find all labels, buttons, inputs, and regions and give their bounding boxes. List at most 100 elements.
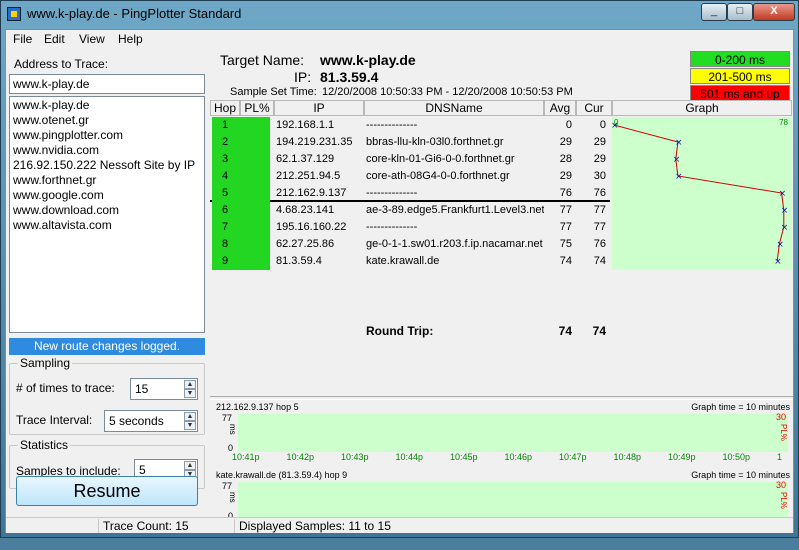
hop-cell: 9 [212,253,238,270]
hop9-timeline-title: kate.krawall.de (81.3.59.4) hop 9 [216,470,348,480]
avg-cell: 76 [559,187,572,199]
pl-cell [238,202,270,219]
splitter[interactable] [210,396,793,400]
table-row[interactable]: 6 4.68.23.141 ae-3-89.edge5.Frankfurt1.Lev… [210,202,610,219]
times-stepper[interactable]: 15 ▲ ▼ [130,378,198,400]
address-label: Address to Trace: [14,57,109,71]
cur-cell: 77 [593,221,606,233]
left-panel: Address to Trace: www.k-play.de www.k-pl… [6,50,208,518]
cur-cell: 29 [593,136,606,148]
hop-cell: 1 [212,117,238,134]
dns-cell: -------------- [366,119,418,131]
time-tick-label: 10:41p [232,452,260,462]
legend-201-500: 201-500 ms [690,68,790,84]
table-row[interactable]: 3 62.1.37.129 core-kln-01-Gi6-0-0.forthnet… [210,151,610,168]
cur-cell: 0 [599,119,606,131]
history-item[interactable]: www.forthnet.gr [13,173,201,188]
avg-cell: 29 [559,170,572,182]
time-tick-label: 10:49p [668,452,696,462]
col-dnsname[interactable]: DNSName [364,100,544,116]
ip-cell: 212.251.94.5 [276,170,341,182]
history-item[interactable]: www.nvidia.com [13,143,201,158]
close-button[interactable]: X [753,3,795,21]
hop5-timeline-plot [238,414,788,452]
table-row[interactable]: 2 194.219.231.35 bbras-llu-kln-03l0.forthn… [210,134,610,151]
history-item[interactable]: www.k-play.de [13,98,201,113]
latency-point: × [675,138,683,148]
round-trip-cur: 74 [592,324,606,338]
ip-cell: 81.3.59.4 [276,255,322,267]
history-item[interactable]: 216.92.150.222 Nessoft Site by IP [13,158,201,173]
sampling-group: Sampling # of times to trace: 15 ▲ ▼ Trac… [9,356,205,435]
legend-0-200: 0-200 ms [690,51,790,67]
address-history-list[interactable]: www.k-play.de www.otenet.gr www.pingplot… [9,96,205,333]
time-tick-label: 10:45p [450,452,478,462]
latency-graph: 0 78 × × × × × × × × × [612,117,792,270]
menu-bar: File Edit View Help [6,30,793,48]
resume-button[interactable]: Resume [16,476,198,506]
interval-stepper[interactable]: 5 seconds ▲ ▼ [104,410,198,432]
latency-point: × [776,240,784,250]
stepper-down-icon[interactable]: ▼ [184,421,196,430]
times-label: # of times to trace: [16,381,115,395]
hop5-pl-max: 30 [775,412,786,422]
history-item[interactable]: www.pingplotter.com [13,128,201,143]
col-avg[interactable]: Avg [544,100,576,116]
col-pl[interactable]: PL% [240,100,274,116]
history-item[interactable]: www.otenet.gr [13,113,201,128]
cur-cell: 30 [593,170,606,182]
history-item[interactable]: www.altavista.com [13,218,201,233]
address-input[interactable]: www.k-play.de [9,74,205,94]
maximize-button[interactable]: □ [727,3,753,21]
dns-cell: kate.krawall.de [366,255,440,267]
cur-cell: 76 [593,187,606,199]
title-bar[interactable]: www.k-play.de - PingPlotter Standard _ □… [1,1,798,27]
route-change-notice: New route changes logged. [9,338,205,355]
table-row[interactable]: 5 212.162.9.137 -------------- 76 76 [210,185,610,202]
col-graph[interactable]: Graph [612,100,792,116]
hop9-pl-max: 30 [775,480,786,490]
table-row[interactable]: 9 81.3.59.4 kate.krawall.de 74 74 [210,253,610,270]
samples-value: 5 [139,463,146,477]
legend-501-up: 501 ms and up [690,85,790,101]
latency-line [613,124,785,262]
hop-cell: 6 [212,202,238,219]
col-cur[interactable]: Cur [576,100,612,116]
table-row[interactable]: 8 62.27.25.86 ge-0-1-1.sw01.r203.f.ip.naca… [210,236,610,253]
latency-point: × [612,121,619,131]
menu-view[interactable]: View [79,32,105,46]
stepper-down-icon[interactable]: ▼ [184,389,196,398]
hop5-graph-time: Graph time = 10 minutes [691,402,790,412]
menu-help[interactable]: Help [118,32,143,46]
table-row[interactable]: 1 192.168.1.1 -------------- 0 0 [210,117,610,134]
pl-cell [238,168,270,185]
target-name-label: Target Name: [220,52,305,68]
table-row[interactable]: 7 195.16.160.22 -------------- 77 77 [210,219,610,236]
interval-label: Trace Interval: [16,413,93,427]
menu-edit[interactable]: Edit [44,32,65,46]
trace-count: Trace Count: 15 [98,519,189,533]
col-hop[interactable]: Hop [210,100,240,116]
history-item[interactable]: www.download.com [13,203,201,218]
latency-point: × [781,206,789,216]
stepper-up-icon[interactable]: ▲ [184,412,196,421]
table-row[interactable]: 4 212.251.94.5 core-ath-08G4-0-0.forthnet.… [210,168,610,185]
stepper-up-icon[interactable]: ▲ [184,461,196,470]
hop9-timeline: kate.krawall.de (81.3.59.4) hop 9 Graph … [214,470,792,550]
latency-point: × [675,172,683,182]
window-title: www.k-play.de - PingPlotter Standard [27,6,242,21]
times-value: 15 [135,382,149,396]
history-item[interactable]: www.google.com [13,188,201,203]
menu-file[interactable]: File [13,32,32,46]
stepper-up-icon[interactable]: ▲ [184,380,196,389]
time-tick-label: 10:46p [504,452,533,462]
dns-cell: core-ath-08G4-0-0.forthnet.gr [366,170,510,182]
col-ip[interactable]: IP [274,100,364,116]
hop5-pl-unit: PL% [779,424,788,441]
minimize-button[interactable]: _ [701,3,727,21]
hop-cell: 4 [212,168,238,185]
avg-cell: 77 [559,204,572,216]
ip-cell: 4.68.23.141 [276,204,335,216]
target-ip-label: IP: [294,69,312,85]
pl-cell [238,117,270,134]
